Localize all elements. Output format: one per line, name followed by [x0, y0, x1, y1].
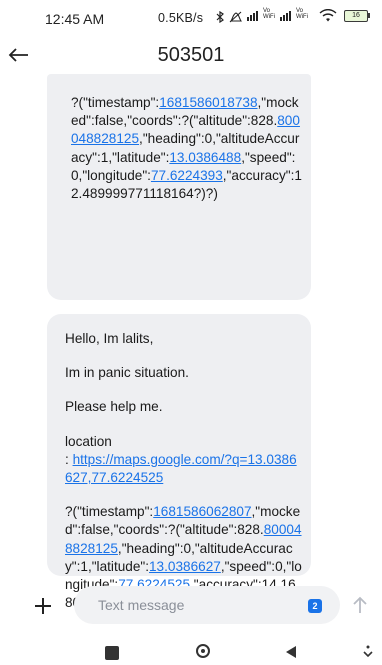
message-bubble-1[interactable]: ?("timestamp":1681586018738,"mocked":fal… — [47, 74, 311, 300]
navigation-bar — [0, 640, 382, 665]
maps-link[interactable]: https://maps.google.com/?q=13.0386627,77… — [65, 452, 297, 485]
vowifi-1: Vo WiFi — [263, 8, 276, 21]
message-input[interactable]: Text message 2 — [74, 586, 340, 624]
conversation-title: 503501 — [157, 44, 225, 66]
location-line: : https://maps.google.com/?q=13.0386627,… — [65, 451, 303, 487]
location-prefix: : — [65, 451, 73, 467]
msg2-latitude-link[interactable]: 13.0386627 — [149, 559, 221, 574]
mute-icon — [229, 11, 242, 23]
bluetooth-icon — [216, 11, 224, 23]
home-circle-icon[interactable] — [196, 644, 210, 658]
network-speed: 0.5KB/s — [158, 11, 203, 25]
message-2-text: Hello, Im lalits, Im in panic situation.… — [65, 330, 303, 612]
recents-square-icon[interactable] — [105, 646, 119, 660]
location-label: location — [65, 433, 112, 449]
nav-back-triangle-icon[interactable] — [286, 646, 296, 658]
message-placeholder: Text message — [98, 597, 185, 613]
vowifi-2: Vo WiFi — [296, 8, 309, 21]
status-bar: 12:45 AM 0.5KB/s Vo WiFi Vo WiFi 16 — [0, 0, 382, 36]
compose-bar: Text message 2 — [0, 586, 382, 626]
network-speed-value: 0.5KB/s — [158, 11, 204, 25]
signal-strength-2 — [280, 9, 294, 21]
msg1-timestamp-link[interactable]: 1681586018738 — [159, 95, 257, 110]
battery-icon: 16 — [344, 10, 368, 22]
vowifi-1-label: Vo WiFi — [263, 8, 275, 20]
msg1-latitude-link[interactable]: 13.0386488 — [169, 150, 241, 165]
status-time: 12:45 AM — [45, 11, 105, 27]
plus-icon[interactable] — [31, 594, 55, 618]
msg1-text-part: ?("timestamp": — [71, 95, 160, 110]
msg1-longitude-link[interactable]: 77.6224393 — [151, 168, 223, 183]
conversation-header: 503501 — [0, 36, 382, 76]
wifi-icon — [319, 9, 337, 22]
msg2-timestamp-link[interactable]: 1681586062807 — [153, 504, 251, 519]
message-bubble-2[interactable]: Hello, Im lalits, Im in panic situation.… — [47, 314, 311, 610]
keyboard-down-icon[interactable] — [362, 645, 374, 659]
battery-level: 16 — [352, 12, 360, 19]
panic-line: Im in panic situation. — [65, 365, 189, 381]
greeting-line: Hello, Im lalits, — [65, 331, 154, 346]
message-1-text: ?("timestamp":1681586018738,"mocked":fal… — [71, 94, 303, 203]
sim-selector-badge[interactable]: 2 — [308, 599, 322, 613]
signal-strength-1 — [247, 9, 261, 21]
send-arrow-icon[interactable] — [348, 593, 372, 617]
battery-tip — [368, 13, 370, 18]
vowifi-2-label: Vo WiFi — [296, 8, 308, 20]
help-line: Please help me. — [65, 399, 163, 415]
msg2-text-part: ?("timestamp": — [65, 504, 154, 520]
